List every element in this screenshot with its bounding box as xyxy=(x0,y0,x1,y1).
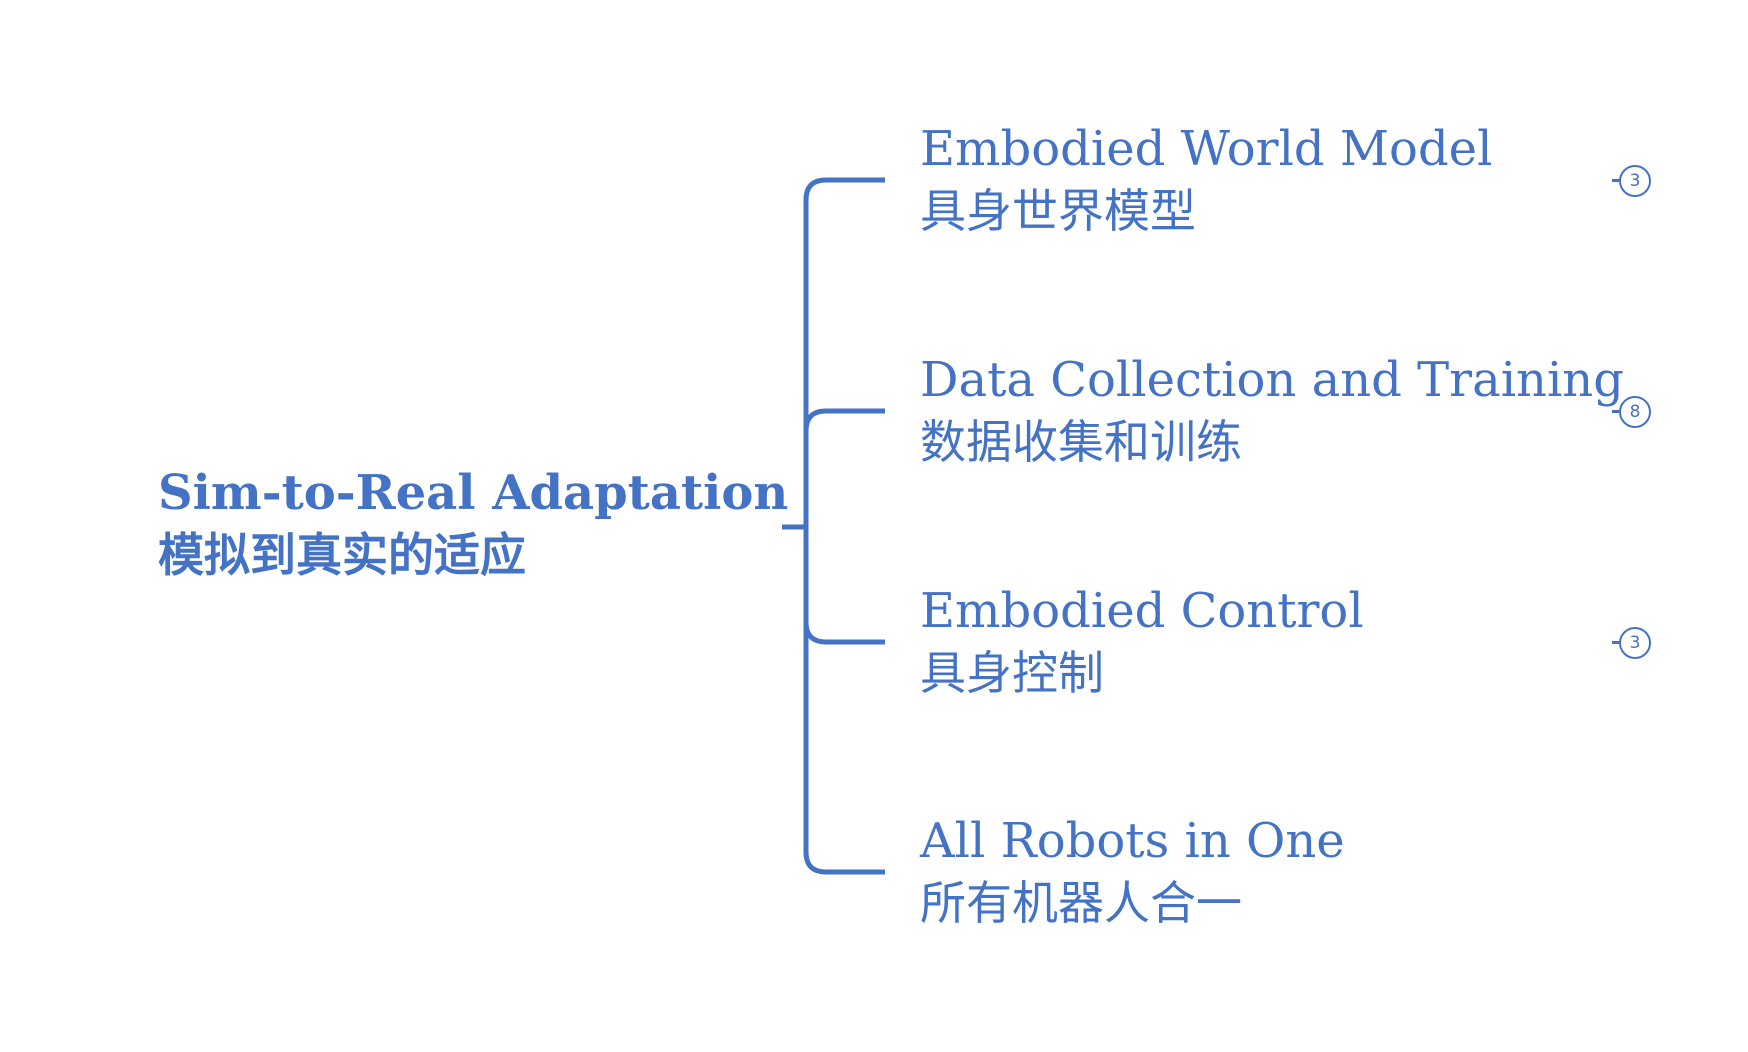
branch-title-zh: 具身控制 xyxy=(920,646,1104,700)
branch-title-zh: 具身世界模型 xyxy=(920,184,1196,238)
collapsed-count-badge[interactable]: 3 xyxy=(1619,627,1651,659)
connector-branch-2 xyxy=(803,408,885,527)
collapsed-count-badge[interactable]: 3 xyxy=(1619,165,1651,197)
root-title-zh: 模拟到真实的适应 xyxy=(158,528,526,582)
connector-branch-4 xyxy=(803,527,885,875)
connector-branch-1 xyxy=(803,177,885,527)
root-topic[interactable]: Sim-to-Real Adaptation 模拟到真实的适应 xyxy=(158,462,788,586)
branch-title-zh: 所有机器人合一 xyxy=(920,876,1242,930)
mind-map: Sim-to-Real Adaptation 模拟到真实的适应 Embodied… xyxy=(0,0,1748,1052)
branch-data-collection-and-training[interactable]: Data Collection and Training 数据收集和训练 xyxy=(920,349,1624,473)
collapsed-count-badge[interactable]: 8 xyxy=(1619,396,1651,428)
branch-title-zh: 数据收集和训练 xyxy=(920,415,1242,469)
branch-title-en: Embodied World Model xyxy=(920,121,1493,177)
branch-embodied-world-model[interactable]: Embodied World Model 具身世界模型 xyxy=(920,118,1492,242)
branch-title-en: Embodied Control xyxy=(920,583,1364,639)
connector-branch-3 xyxy=(803,527,885,645)
branch-embodied-control[interactable]: Embodied Control 具身控制 xyxy=(920,580,1364,704)
branch-all-robots-in-one[interactable]: All Robots in One 所有机器人合一 xyxy=(920,810,1345,934)
branch-title-en: All Robots in One xyxy=(920,813,1345,869)
branch-title-en: Data Collection and Training xyxy=(920,352,1624,408)
root-title-en: Sim-to-Real Adaptation xyxy=(158,465,789,521)
